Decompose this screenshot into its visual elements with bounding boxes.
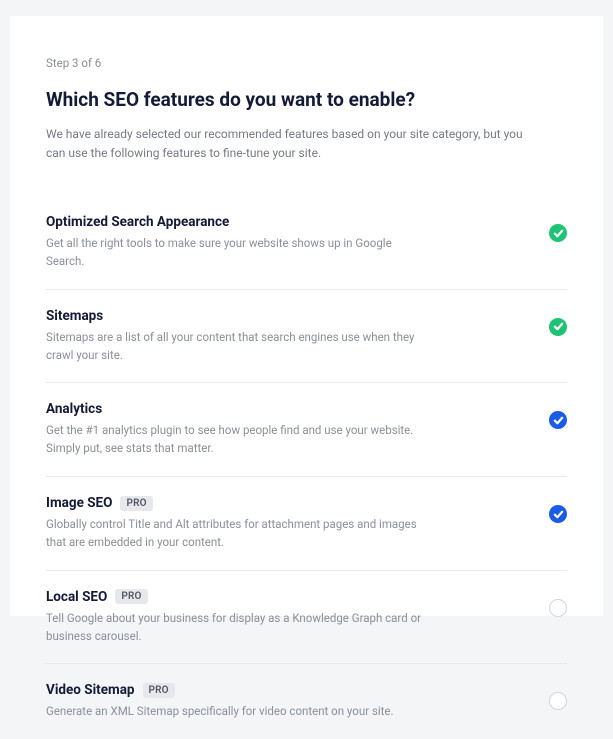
feature-text: Analytics Get the #1 analytics plugin to…: [46, 401, 549, 458]
feature-title: Local SEO: [46, 589, 107, 605]
feature-text: Sitemaps Sitemaps are a list of all your…: [46, 308, 549, 365]
setup-wizard-card: Step 3 of 6 Which SEO features do you wa…: [10, 16, 603, 616]
feature-row-analytics: Analytics Get the #1 analytics plugin to…: [46, 383, 567, 477]
feature-title: Image SEO: [46, 495, 112, 511]
feature-toggle[interactable]: [549, 224, 567, 242]
step-indicator: Step 3 of 6: [46, 56, 567, 70]
check-icon: [553, 321, 564, 332]
feature-desc: Get the #1 analytics plugin to see how p…: [46, 422, 426, 458]
feature-toggle[interactable]: [549, 505, 567, 523]
feature-text: Image SEO PRO Globally control Title and…: [46, 495, 549, 552]
check-icon: [553, 415, 564, 426]
feature-toggle[interactable]: [549, 318, 567, 336]
feature-row-sitemaps: Sitemaps Sitemaps are a list of all your…: [46, 290, 567, 384]
feature-text: Video Sitemap PRO Generate an XML Sitema…: [46, 682, 549, 721]
check-icon: [553, 509, 564, 520]
feature-toggle[interactable]: [549, 411, 567, 429]
pro-badge: PRO: [115, 589, 147, 604]
feature-toggle[interactable]: [549, 692, 567, 710]
feature-desc: Sitemaps are a list of all your content …: [46, 329, 426, 365]
feature-desc: Generate an XML Sitemap specifically for…: [46, 703, 426, 721]
feature-desc: Globally control Title and Alt attribute…: [46, 516, 426, 552]
page-subtitle: We have already selected our recommended…: [46, 125, 526, 162]
feature-toggle[interactable]: [549, 599, 567, 617]
feature-desc: Tell Google about your business for disp…: [46, 610, 426, 646]
feature-title: Analytics: [46, 401, 102, 417]
feature-row-local-seo: Local SEO PRO Tell Google about your bus…: [46, 571, 567, 665]
feature-title: Sitemaps: [46, 308, 103, 324]
check-icon: [553, 228, 564, 239]
feature-row-video-sitemap: Video Sitemap PRO Generate an XML Sitema…: [46, 664, 567, 739]
feature-title: Optimized Search Appearance: [46, 214, 229, 230]
feature-desc: Get all the right tools to make sure you…: [46, 235, 426, 271]
pro-badge: PRO: [143, 683, 175, 698]
feature-row-image-seo: Image SEO PRO Globally control Title and…: [46, 477, 567, 571]
feature-text: Optimized Search Appearance Get all the …: [46, 214, 549, 271]
page-title: Which SEO features do you want to enable…: [46, 88, 567, 111]
feature-row-optimized-search: Optimized Search Appearance Get all the …: [46, 196, 567, 290]
pro-badge: PRO: [120, 496, 152, 511]
feature-list: Optimized Search Appearance Get all the …: [46, 196, 567, 739]
feature-title: Video Sitemap: [46, 682, 135, 698]
feature-text: Local SEO PRO Tell Google about your bus…: [46, 589, 549, 646]
